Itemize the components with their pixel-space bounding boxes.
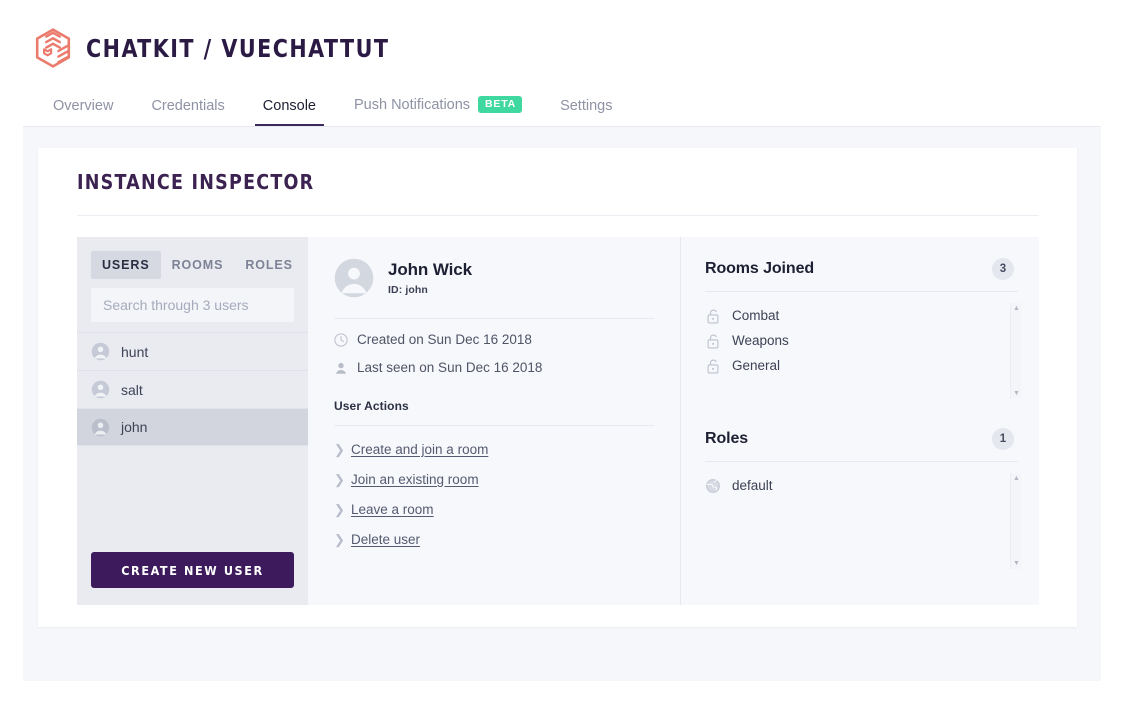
chevron-right-icon: ❯ (334, 502, 345, 517)
room-name: General (732, 358, 781, 373)
tab-roles[interactable]: ROLES (234, 251, 304, 279)
main-nav: Overview Credentials Console Push Notifi… (53, 88, 612, 126)
user-actions-title: User Actions (334, 399, 409, 413)
beta-badge: BETA (478, 95, 523, 113)
page-title: INSTANCE INSPECTOR (77, 170, 315, 194)
rooms-joined-header: Rooms Joined 3 (705, 258, 1018, 280)
role-name: default (732, 478, 773, 493)
globe-icon (705, 478, 721, 494)
chevron-right-icon: ❯ (334, 532, 345, 547)
last-seen-row: Last seen on Sun Dec 16 2018 (334, 360, 654, 375)
chevron-right-icon: ❯ (334, 442, 345, 457)
scroll-up-icon[interactable]: ▲ (1011, 303, 1022, 314)
action-join-existing-room[interactable]: ❯ Join an existing room (334, 472, 654, 487)
rooms-joined-count: 3 (992, 258, 1014, 280)
action-label: Delete user (351, 532, 421, 547)
user-avatar-icon (91, 380, 110, 399)
roles-title: Roles (705, 430, 749, 447)
action-create-and-join-room[interactable]: ❯ Create and join a room (334, 442, 654, 457)
list-item[interactable]: default (705, 473, 1018, 498)
nav-item-credentials[interactable]: Credentials (151, 98, 224, 126)
relations-panel: Rooms Joined 3 Combat Weapons General ▲ … (681, 237, 1039, 605)
user-identity: John Wick ID: john (388, 260, 472, 296)
clock-icon (334, 332, 348, 347)
roles-scrollbar[interactable]: ▲ ▼ (1010, 473, 1021, 569)
unlock-icon (705, 333, 721, 349)
nav-label: Settings (560, 98, 613, 114)
unlock-icon (705, 308, 721, 324)
roles-divider (705, 461, 1018, 462)
nav-label: Console (262, 98, 316, 114)
created-on-row: Created on Sun Dec 16 2018 (334, 332, 654, 347)
user-list: hunt salt john (77, 332, 308, 446)
rooms-divider (705, 291, 1018, 292)
list-item[interactable]: john (77, 408, 308, 446)
inspector-body: USERS ROOMS ROLES hun (77, 237, 1039, 605)
user-avatar-icon (91, 418, 110, 437)
nav-item-push-notifications[interactable]: Push Notifications BETA (353, 95, 523, 126)
user-actions-list: ❯ Create and join a room ❯ Join an exist… (334, 442, 654, 547)
action-delete-user[interactable]: ❯ Delete user (334, 532, 654, 547)
unlock-icon (705, 358, 721, 374)
user-name: hunt (121, 343, 149, 360)
list-item[interactable]: Combat (705, 303, 1018, 328)
scroll-down-icon[interactable]: ▼ (1011, 388, 1022, 399)
detail-divider (334, 318, 654, 319)
user-avatar-icon (334, 258, 374, 298)
action-label: Join an existing room (351, 472, 479, 487)
sidebar-tabs: USERS ROOMS ROLES (77, 237, 308, 279)
list-item[interactable]: hunt (77, 332, 308, 370)
tab-rooms[interactable]: ROOMS (161, 251, 235, 279)
rooms-joined-title: Rooms Joined (705, 260, 815, 277)
actions-divider (334, 425, 654, 426)
user-id: ID: john (388, 283, 428, 296)
created-on-text: Created on Sun Dec 16 2018 (357, 332, 532, 347)
roles-header: Roles 1 (705, 428, 1018, 450)
scroll-up-icon[interactable]: ▲ (1011, 473, 1022, 484)
nav-label: Push Notifications (353, 97, 471, 114)
user-name: john (121, 419, 148, 435)
instance-inspector-card: INSTANCE INSPECTOR USERS ROOMS ROLES Sea… (38, 148, 1077, 627)
last-seen-text: Last seen on Sun Dec 16 2018 (357, 360, 543, 375)
nav-item-settings[interactable]: Settings (560, 98, 612, 126)
user-avatar-icon (91, 342, 110, 361)
user-display-name: John Wick (388, 260, 472, 280)
user-detail-header: John Wick ID: john (334, 258, 654, 298)
chevron-right-icon: ❯ (334, 472, 345, 487)
cube-logo-icon (34, 27, 72, 69)
list-item[interactable]: salt (77, 370, 308, 408)
room-name: Combat (732, 308, 780, 323)
list-item[interactable]: Weapons (705, 328, 1018, 353)
nav-label: Overview (53, 98, 114, 114)
search-input[interactable] (91, 288, 294, 322)
nav-label: Credentials (151, 98, 225, 114)
user-name: salt (121, 381, 143, 398)
person-icon (334, 361, 348, 375)
scroll-down-icon[interactable]: ▼ (1011, 558, 1022, 569)
title-divider (77, 215, 1039, 216)
action-leave-room[interactable]: ❯ Leave a room (334, 502, 654, 517)
list-item[interactable]: General (705, 353, 1018, 378)
user-detail-panel: John Wick ID: john Created on Sun Dec 16… (308, 237, 681, 605)
entity-sidebar: USERS ROOMS ROLES hun (77, 237, 308, 605)
room-name: Weapons (732, 333, 789, 348)
brand: CHATKIT / VUECHATTUT (34, 27, 416, 69)
tab-users[interactable]: USERS (91, 251, 161, 279)
rooms-list: Combat Weapons General ▲ ▼ (705, 303, 1021, 421)
action-label: Create and join a room (351, 442, 489, 457)
roles-count: 1 (992, 428, 1014, 450)
nav-item-console[interactable]: Console (254, 98, 325, 126)
nav-item-overview[interactable]: Overview (53, 98, 113, 126)
page-header: CHATKIT / VUECHATTUT Overview Credential… (23, 0, 1101, 127)
brand-title: CHATKIT / VUECHATTUT (86, 33, 390, 63)
create-new-user-button[interactable]: CREATE NEW USER (91, 552, 294, 588)
app-container: CHATKIT / VUECHATTUT Overview Credential… (23, 0, 1101, 681)
rooms-scrollbar[interactable]: ▲ ▼ (1010, 303, 1021, 399)
roles-list: default ▲ ▼ (705, 473, 1021, 591)
action-label: Leave a room (351, 502, 434, 517)
